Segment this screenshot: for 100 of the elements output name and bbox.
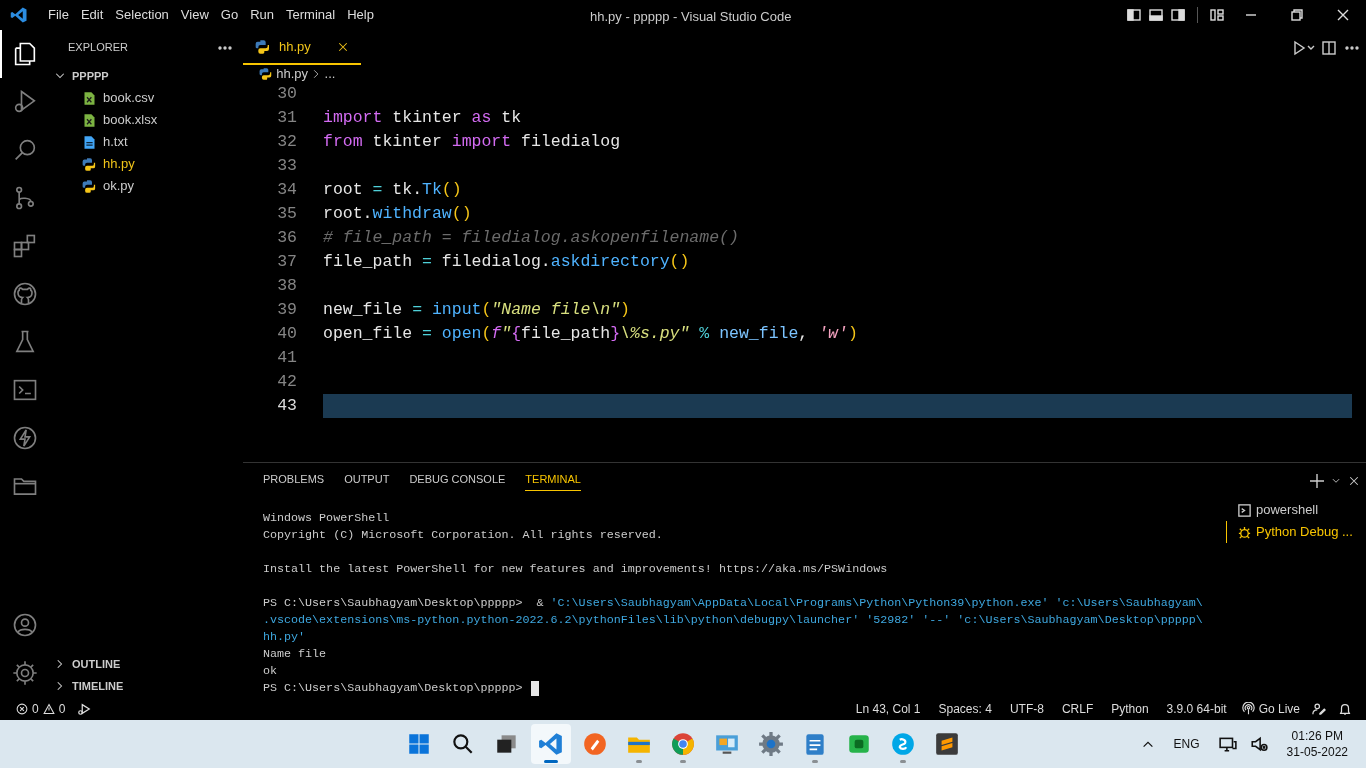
menu-item[interactable]: Edit [74,3,110,27]
line-number: 39 [276,299,298,321]
code-line: from tkinter import filedialog [323,131,621,153]
line-number: 37 [276,251,298,273]
bell-icon[interactable] [1338,701,1352,716]
line-number: 34 [276,179,298,201]
folder-row[interactable]: PPPPP [48,65,243,87]
status-item[interactable]: Python [1105,699,1155,718]
layout-icon[interactable] [1209,7,1225,23]
terminal-line: ok [263,663,278,680]
editor-tab[interactable]: hh.py [243,30,361,65]
line-number: 36 [276,227,298,249]
broadcast-icon [1241,702,1255,715]
account-icon[interactable] [11,611,39,639]
line-number: 32 [276,131,298,153]
status-item[interactable]: Spaces: 4 [932,699,998,718]
terminal-item[interactable]: powershell [1226,499,1366,521]
plus-icon[interactable] [1308,473,1325,489]
bug-icon [1237,524,1252,540]
app-logo [10,6,28,24]
menu-item[interactable]: Terminal [280,3,342,27]
line-number: 40 [276,323,298,345]
python-icon [82,178,97,194]
panel-tab[interactable]: DEBUG CONSOLE [409,471,506,491]
panel-tab[interactable]: TERMINAL [525,471,581,491]
status-item[interactable]: CRLF [1055,699,1100,718]
close-icon[interactable] [1347,475,1360,487]
breadcrumb-item[interactable]: hh.py [276,62,309,85]
problems-status[interactable]: 0 0 [10,699,72,718]
terminal-line: PS C:\Users\Saubhagyam\Desktop\ppppp> & 'C:\Users\Saubhagyam\AppData\Local\Programs\Python\Python39\python.exe' 'c:\Users\Saubhagyam\ [263,595,1203,612]
clock[interactable]: 01:26 PM 31-05-2022 [1280,728,1354,760]
sublime-icon [934,731,960,757]
split-editor-icon[interactable] [1321,39,1337,56]
toggle-panel-icon[interactable] [1148,7,1164,23]
explorer-entry[interactable]: h.txt [48,131,243,153]
feedback-icon[interactable] [1312,701,1326,716]
browser-icon [670,731,696,757]
python-icon [82,156,97,172]
pen-icon [582,731,608,757]
spreadsheet-file-icon [82,90,97,106]
start-icon [406,731,432,757]
section-header[interactable]: OUTLINE [48,653,243,675]
menu-item[interactable]: Go [214,3,245,27]
code-line: import tkinter as tk [323,107,522,129]
code-editor-icon [538,731,564,757]
debug-run-icon[interactable] [77,701,92,716]
go-live-button[interactable]: Go Live [1235,699,1306,718]
code-line: # file_path = filedialog.askopenfilename() [323,227,739,249]
close-icon[interactable] [1335,7,1351,23]
chat-app-icon [890,731,916,757]
status-item[interactable]: UTF-8 [1003,699,1050,718]
octocat-icon[interactable] [11,280,39,308]
python-icon [255,38,271,55]
terminal-icon [1237,502,1252,518]
muted-speaker-icon[interactable] [1249,735,1268,753]
settings-icon [758,731,784,757]
menu-item[interactable]: Help [341,3,380,27]
language-indicator[interactable]: ENG [1167,735,1206,753]
python-icon [259,66,273,81]
status-item[interactable]: Ln 43, Col 1 [849,699,927,718]
close-icon[interactable] [337,40,349,53]
line-number: 41 [276,347,298,369]
toggle-sidebar-icon[interactable] [1126,7,1142,23]
error-icon [16,702,28,715]
line-number: 35 [276,203,298,225]
line-number: 31 [276,107,298,129]
panel-tab[interactable]: PROBLEMS [263,471,325,491]
line-number: 30 [276,83,298,105]
terminal-line: PS C:\Users\Saubhagyam\Desktop\ppppp> [263,680,523,697]
breadcrumb-item[interactable]: ... [324,62,336,85]
restore-icon[interactable] [1289,7,1305,23]
terminal-line: .vscode\extensions\ms-python.python-2022.6.2\pythonFiles\lib\python\debugpy\launcher' '52982' '--' 'c:\Users\Saubhagyam\Desktop\ppppp\ [263,612,1203,629]
text-file-icon [82,134,97,150]
terminal-line: Windows PowerShell [263,510,390,527]
menu-item[interactable]: View [174,3,215,27]
panel-tab[interactable]: OUTPUT [344,471,390,491]
terminal-line: Name file [263,646,327,663]
code-line: root = tk.Tk() [323,179,462,201]
explorer-entry[interactable]: book.csv [48,87,243,109]
explorer-entry[interactable]: book.xlsx [48,109,243,131]
toggle-secondary-sidebar-icon[interactable] [1170,7,1186,23]
lightning-icon[interactable] [11,424,39,452]
network-icon[interactable] [1218,735,1237,753]
explorer-entry[interactable]: ok.py [48,175,243,197]
code-line: root.withdraw() [323,203,472,225]
terminal-item[interactable]: Python Debug ... [1226,521,1366,543]
window-title: hh.py - ppppp - Visual Studio Code [590,8,792,26]
menu-item[interactable]: Run [244,3,280,27]
menu-item[interactable]: Selection [109,3,175,27]
settings-icon[interactable] [11,659,39,687]
section-header[interactable]: TIMELINE [48,675,243,697]
run-icon[interactable] [1292,39,1315,56]
chevron-icon[interactable] [1331,476,1341,486]
line-number: 33 [276,155,298,177]
menu-item[interactable]: File [42,3,75,27]
warning-icon [42,702,55,715]
explorer-entry[interactable]: hh.py [48,153,243,175]
code-line: file_path = filedialog.askdirectory() [323,251,690,273]
sidebar-title: EXPLORER [68,40,128,56]
status-item[interactable]: 3.9.0 64-bit [1160,699,1233,718]
